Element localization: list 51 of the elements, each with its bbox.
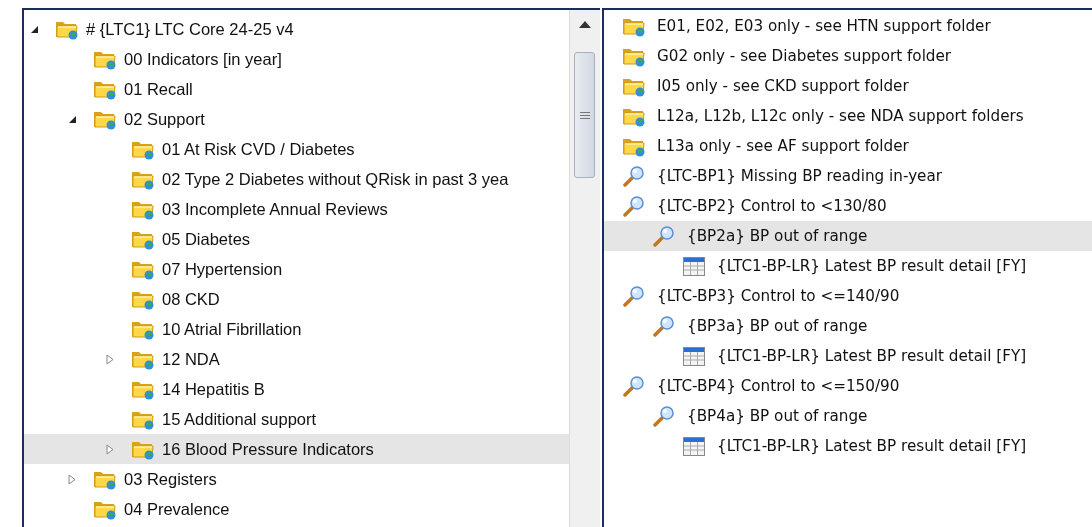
table-icon: [682, 255, 706, 277]
list-item[interactable]: L12a, L12b, L12c only - see NDA support folders: [604, 101, 1092, 131]
list-item[interactable]: E01, E02, E03 only - see HTN support folder: [604, 11, 1092, 41]
tree-item[interactable]: 07 Hypertension: [24, 254, 569, 284]
tree-item[interactable]: 04 Prevalence: [24, 494, 569, 524]
list-item[interactable]: {LTC1-BP-LR} Latest BP result detail [FY]: [604, 251, 1092, 281]
list-item[interactable]: {LTC-BP1} Missing BP reading in-year: [604, 161, 1092, 191]
tree-item[interactable]: 15 Additional support: [24, 404, 569, 434]
tree-item[interactable]: # {LTC1} LTC Core 24-25 v4: [24, 14, 569, 44]
list-item[interactable]: {BP2a} BP out of range: [604, 221, 1092, 251]
magnifier-icon: [622, 375, 646, 397]
tree-item[interactable]: 05 Diabetes: [24, 224, 569, 254]
tree-item[interactable]: 01 At Risk CVD / Diabetes: [24, 134, 569, 164]
scroll-up-arrow-icon[interactable]: [579, 20, 591, 28]
tree-item[interactable]: 08 CKD: [24, 284, 569, 314]
magnifier-icon: [622, 165, 646, 187]
tree-item[interactable]: 12 NDA: [24, 344, 569, 374]
table-icon: [682, 435, 706, 457]
magnifier-icon: [622, 285, 646, 307]
list-item[interactable]: L13a only - see AF support folder: [604, 131, 1092, 161]
list-item[interactable]: {BP4a} BP out of range: [604, 401, 1092, 431]
expanded-arrow-icon[interactable]: [68, 114, 77, 124]
collapsed-arrow-icon[interactable]: [106, 443, 114, 455]
collapsed-arrow-icon[interactable]: [106, 353, 114, 365]
tree-item[interactable]: 00 Indicators [in year]: [24, 44, 569, 74]
table-icon: [682, 345, 706, 367]
expanded-arrow-icon[interactable]: [30, 24, 39, 34]
list-item[interactable]: {LTC1-BP-LR} Latest BP result detail [FY]: [604, 431, 1092, 461]
tree-item[interactable]: 02 Support: [24, 104, 569, 134]
scroll-thumb[interactable]: [574, 52, 595, 178]
tree-item[interactable]: 02 Type 2 Diabetes without QRisk in past 3 yea: [24, 164, 569, 194]
list-item[interactable]: G02 only - see Diabetes support folder: [604, 41, 1092, 71]
collapsed-arrow-icon[interactable]: [68, 473, 76, 485]
tree-item[interactable]: 16 Blood Pressure Indicators: [24, 434, 569, 464]
list-item[interactable]: {BP3a} BP out of range: [604, 311, 1092, 341]
tree-item[interactable]: 14 Hepatitis B: [24, 374, 569, 404]
tree-item[interactable]: 10 Atrial Fibrillation: [24, 314, 569, 344]
magnifier-icon: [652, 225, 676, 247]
tree-item[interactable]: 03 Incomplete Annual Reviews: [24, 194, 569, 224]
tree-item[interactable]: 01 Recall: [24, 74, 569, 104]
list-item[interactable]: {LTC1-BP-LR} Latest BP result detail [FY]: [604, 341, 1092, 371]
scrollbar[interactable]: [569, 10, 600, 527]
magnifier-icon: [622, 195, 646, 217]
magnifier-icon: [652, 405, 676, 427]
list-item[interactable]: {LTC-BP2} Control to <130/80: [604, 191, 1092, 221]
list-item[interactable]: I05 only - see CKD support folder: [604, 71, 1092, 101]
list-item[interactable]: {LTC-BP3} Control to <=140/90: [604, 281, 1092, 311]
list-item[interactable]: {LTC-BP4} Control to <=150/90: [604, 371, 1092, 401]
tree-item[interactable]: 03 Registers: [24, 464, 569, 494]
magnifier-icon: [652, 315, 676, 337]
grip-icon: [579, 111, 590, 119]
